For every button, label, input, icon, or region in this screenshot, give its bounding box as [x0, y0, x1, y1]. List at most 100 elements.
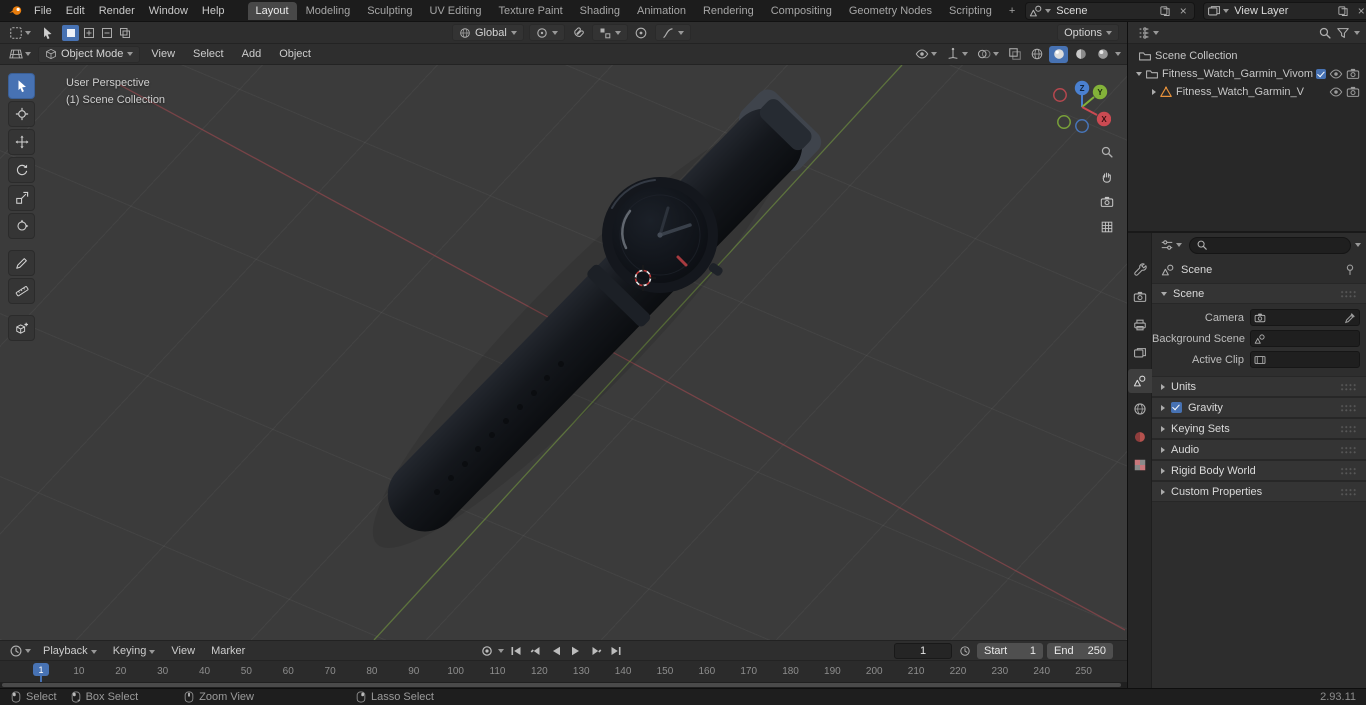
gravity-checkbox[interactable] [1171, 402, 1182, 413]
gizmos-dropdown[interactable] [943, 47, 971, 61]
tool-cursor-button[interactable] [8, 101, 35, 127]
active-tool-dropdown[interactable] [6, 26, 34, 40]
new-scene-button[interactable] [1157, 3, 1173, 19]
outliner-filter-icon[interactable] [1336, 26, 1350, 40]
zoom-view-button[interactable] [1096, 141, 1118, 163]
properties-search-input[interactable] [1212, 239, 1344, 251]
properties-options-chevron-icon[interactable] [1355, 243, 1361, 247]
viewport-3d[interactable]: User Perspective (1) Scene Collection Z … [0, 65, 1127, 640]
overlays-dropdown[interactable] [974, 47, 1002, 61]
tab-scene[interactable] [1127, 369, 1152, 393]
tool-rotate-button[interactable] [8, 157, 35, 183]
unlink-scene-button[interactable]: × [1175, 3, 1191, 19]
outliner-row-scene-collection[interactable]: Scene Collection [1128, 47, 1366, 65]
tool-scale-button[interactable] [8, 185, 35, 211]
frame-start-field[interactable]: Start 1 [977, 642, 1043, 659]
select-mode-intersect-button[interactable] [116, 25, 133, 41]
pin-icon[interactable] [1343, 263, 1357, 277]
panel-header-audio[interactable]: Audio [1152, 439, 1366, 460]
outliner-search-icon[interactable] [1318, 26, 1332, 40]
workspace-tab-uv-editing[interactable]: UV Editing [421, 2, 489, 20]
workspace-tab-shading[interactable]: Shading [572, 2, 628, 20]
tool-move-button[interactable] [8, 129, 35, 155]
viewport-menu-view[interactable]: View [144, 46, 182, 62]
proportional-falloff-dropdown[interactable] [654, 24, 691, 41]
expand-object-icon[interactable] [1152, 89, 1156, 95]
blender-logo-icon[interactable] [8, 3, 23, 18]
viewport-menu-select[interactable]: Select [186, 46, 231, 62]
workspace-tab-sculpting[interactable]: Sculpting [359, 2, 420, 20]
tab-world[interactable] [1128, 397, 1152, 421]
workspace-tab-animation[interactable]: Animation [629, 2, 694, 20]
tool-annotate-button[interactable] [8, 250, 35, 276]
collection-checkbox[interactable] [1316, 69, 1326, 79]
toggle-xray-button[interactable] [1005, 46, 1024, 63]
tool-select-box-button[interactable] [8, 73, 35, 99]
shading-options-chevron-icon[interactable] [1115, 52, 1121, 56]
workspace-tab-compositing[interactable]: Compositing [763, 2, 840, 20]
timeline-scrollbar-thumb[interactable] [2, 683, 1121, 687]
chevron-down-icon[interactable] [498, 648, 504, 653]
shading-solid-button[interactable] [1049, 45, 1068, 63]
camera-field[interactable] [1250, 309, 1360, 326]
play-reverse-button[interactable] [547, 643, 564, 659]
tab-view-layer[interactable] [1128, 341, 1152, 365]
watch-model[interactable] [335, 81, 830, 584]
pan-view-button[interactable] [1096, 166, 1118, 188]
previous-keyframe-button[interactable] [527, 643, 544, 659]
active-clip-field[interactable] [1250, 351, 1360, 368]
timeline-menu-keying[interactable]: Keying [106, 643, 163, 659]
viewport-menu-add[interactable]: Add [235, 46, 269, 62]
panel-header-custom-properties[interactable]: Custom Properties [1152, 481, 1366, 502]
panel-header-rigid-body-world[interactable]: Rigid Body World [1152, 460, 1366, 481]
scene-selector[interactable]: Scene × [1025, 1, 1196, 20]
tab-texture[interactable] [1128, 453, 1152, 477]
select-mode-subtract-button[interactable] [98, 25, 115, 41]
add-workspace-button[interactable]: + [1001, 2, 1023, 20]
properties-search-box[interactable] [1189, 236, 1351, 254]
timeline-scrollbar[interactable] [0, 682, 1127, 688]
tab-material[interactable] [1128, 425, 1152, 449]
workspace-tab-rendering[interactable]: Rendering [695, 2, 762, 20]
chevron-down-icon[interactable] [1354, 30, 1360, 35]
expand-collection-icon[interactable] [1136, 72, 1142, 76]
timeline-menu-marker[interactable]: Marker [204, 643, 252, 659]
select-mode-extend-button[interactable] [80, 25, 97, 41]
playhead[interactable]: 1 [33, 663, 49, 676]
outliner-row-collection[interactable]: Fitness_Watch_Garmin_Vivom [1128, 65, 1366, 83]
toggle-ortho-button[interactable] [1096, 216, 1118, 238]
workspace-tab-scripting[interactable]: Scripting [941, 2, 1000, 20]
pivot-point-dropdown[interactable] [528, 24, 565, 41]
options-dropdown[interactable]: Options [1057, 24, 1119, 41]
outliner-editor-dropdown[interactable] [1134, 26, 1162, 40]
view-layer-name[interactable]: View Layer [1231, 5, 1333, 17]
snap-settings-dropdown[interactable] [591, 24, 628, 41]
mode-dropdown[interactable]: Object Mode [38, 45, 141, 63]
jump-to-start-button[interactable] [507, 643, 524, 659]
scene-name[interactable]: Scene [1053, 5, 1155, 17]
timeline-menu-view[interactable]: View [164, 643, 202, 659]
hide-in-viewport-icon[interactable] [1329, 85, 1343, 99]
menu-edit[interactable]: Edit [59, 2, 92, 20]
show-hide-dropdown[interactable] [912, 47, 940, 61]
timeline-ruler[interactable]: 10 20 30 40 50 60 70 80 90 100 110 120 130 140 150 160 1… [0, 660, 1127, 682]
panel-header-scene[interactable]: Scene [1152, 283, 1366, 304]
transform-orientation-dropdown[interactable]: Global [452, 24, 524, 41]
tool-measure-button[interactable] [8, 278, 35, 304]
menu-window[interactable]: Window [142, 2, 195, 20]
eyedropper-icon[interactable] [1344, 312, 1356, 324]
proportional-edit-toggle[interactable] [633, 25, 650, 41]
tool-add-cube-button[interactable] [8, 315, 35, 341]
panel-header-keying-sets[interactable]: Keying Sets [1152, 418, 1366, 439]
menu-help[interactable]: Help [195, 2, 232, 20]
outliner-row-object[interactable]: Fitness_Watch_Garmin_V [1128, 83, 1366, 101]
disable-in-renders-icon[interactable] [1346, 85, 1360, 99]
tab-output[interactable] [1128, 313, 1152, 337]
play-button[interactable] [567, 643, 584, 659]
new-view-layer-button[interactable] [1335, 3, 1351, 19]
workspace-tab-texture-paint[interactable]: Texture Paint [490, 2, 570, 20]
hide-in-viewport-icon[interactable] [1329, 67, 1343, 81]
workspace-tab-modeling[interactable]: Modeling [298, 2, 359, 20]
view-layer-selector[interactable]: View Layer × [1203, 1, 1366, 20]
shading-wireframe-button[interactable] [1027, 46, 1046, 63]
